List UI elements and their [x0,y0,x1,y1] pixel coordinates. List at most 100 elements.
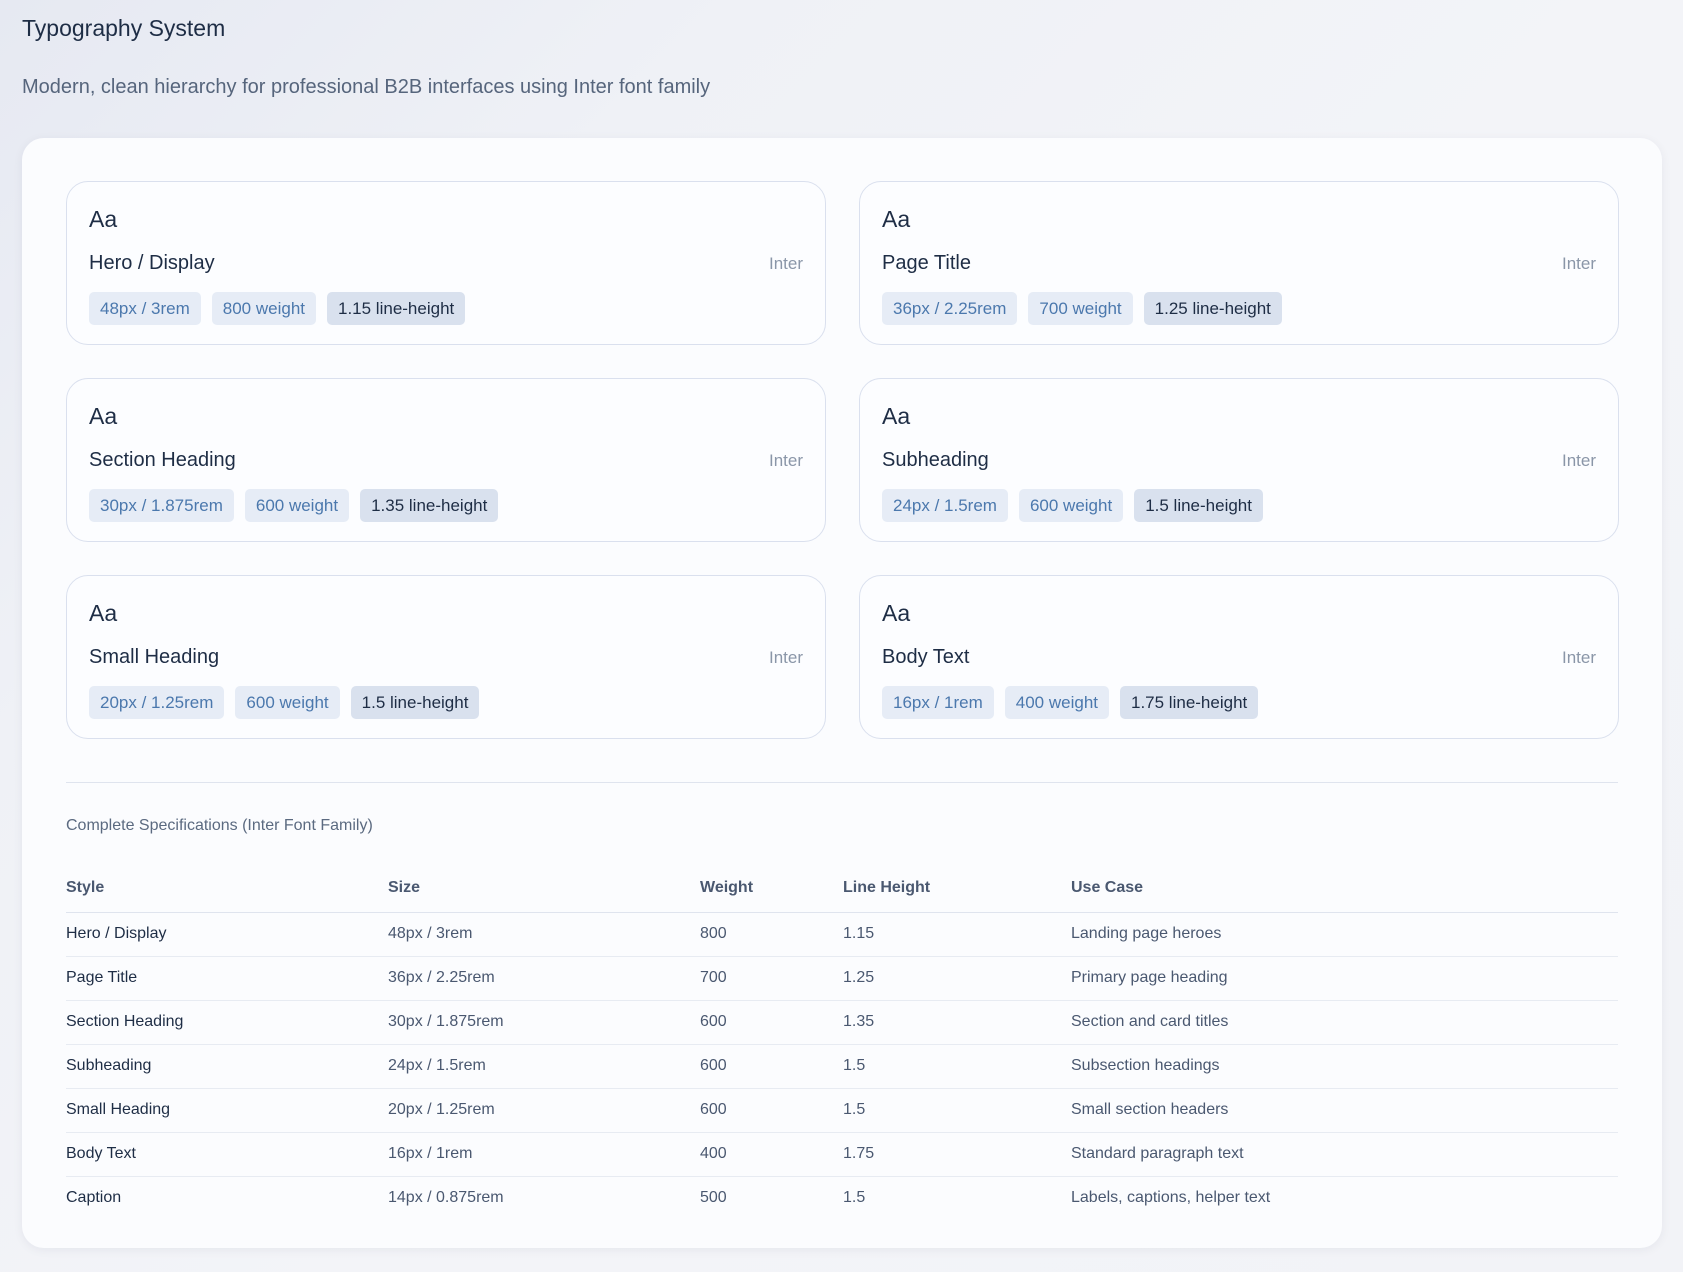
type-sample: Aa [882,600,911,626]
cell-weight: 600 [700,1000,843,1045]
spec-tags: 30px / 1.875rem 600 weight 1.35 line-hei… [89,489,803,522]
card-header-row: Hero / Display Inter [89,252,803,292]
size-tag: 30px / 1.875rem [89,489,234,522]
size-tag: 16px / 1rem [882,686,994,719]
type-sample: Aa [89,206,118,232]
type-card-body-text: Aa Body Text Inter 16px / 1rem 400 weigh… [859,575,1619,739]
column-header-weight: Weight [700,865,843,913]
cell-size: 20px / 1.25rem [388,1088,700,1133]
weight-tag: 800 weight [211,292,316,325]
table-row: Small Heading 20px / 1.25rem 600 1.5 Sma… [66,1088,1618,1133]
card-header-row: Page Title Inter [882,252,1596,292]
type-card-section-heading: Aa Section Heading Inter 30px / 1.875rem… [66,378,826,542]
weight-tag: 600 weight [235,686,340,719]
card-header-row: Body Text Inter [882,646,1596,686]
type-sample: Aa [89,600,118,626]
weight-tag: 600 weight [1018,489,1124,522]
cell-line-height: 1.5 [843,1044,1071,1089]
line-height-tag: 1.35 line-height [360,489,499,522]
size-tag: 36px / 2.25rem [882,292,1018,325]
line-height-tag: 1.75 line-height [1120,686,1259,719]
card-header-row: Small Heading Inter [89,646,803,686]
size-tag: 24px / 1.5rem [882,489,1008,522]
type-style-name: Subheading [882,449,989,471]
column-header-size: Size [388,865,700,913]
cell-style: Body Text [66,1132,388,1177]
page-subtitle: Modern, clean hierarchy for professional… [22,76,711,98]
cell-size: 16px / 1rem [388,1132,700,1177]
page: Typography System Modern, clean hierarch… [0,0,1683,1248]
column-header-style: Style [66,865,388,913]
typography-panel: Aa Hero / Display Inter 48px / 3rem 800 … [22,138,1662,1248]
cell-use-case: Standard paragraph text [1071,1132,1618,1177]
cell-size: 36px / 2.25rem [388,956,700,1001]
font-family-label: Inter [1561,254,1596,273]
size-tag: 20px / 1.25rem [89,686,225,719]
cell-size: 24px / 1.5rem [388,1044,700,1089]
table-row: Section Heading 30px / 1.875rem 600 1.35… [66,1000,1618,1045]
table-header-row: Style Size Weight Line Height Use Case [66,865,1618,913]
cell-line-height: 1.25 [843,956,1071,1001]
cell-line-height: 1.5 [843,1088,1071,1133]
cell-size: 30px / 1.875rem [388,1000,700,1045]
cell-use-case: Landing page heroes [1071,912,1618,957]
column-header-line-height: Line Height [843,865,1071,913]
cell-style: Hero / Display [66,912,388,957]
cell-line-height: 1.15 [843,912,1071,957]
cell-style: Page Title [66,956,388,1001]
type-style-name: Hero / Display [89,252,215,274]
table-row: Hero / Display 48px / 3rem 800 1.15 Land… [66,912,1618,957]
type-sample: Aa [882,206,911,232]
page-title: Typography System [22,15,226,41]
card-header-row: Section Heading Inter [89,449,803,489]
table-row: Page Title 36px / 2.25rem 700 1.25 Prima… [66,956,1618,1001]
section-divider [66,782,1618,783]
type-card-small-heading: Aa Small Heading Inter 20px / 1.25rem 60… [66,575,826,739]
type-sample: Aa [89,403,118,429]
type-style-name: Body Text [882,646,970,668]
type-cards-grid: Aa Hero / Display Inter 48px / 3rem 800 … [66,181,1619,739]
cell-weight: 400 [700,1132,843,1177]
specifications-title: Complete Specifications (Inter Font Fami… [66,817,373,834]
line-height-tag: 1.25 line-height [1143,292,1282,325]
weight-tag: 700 weight [1028,292,1133,325]
spec-tags: 20px / 1.25rem 600 weight 1.5 line-heigh… [89,686,803,719]
font-family-label: Inter [768,254,803,273]
font-family-label: Inter [768,648,803,667]
table-row: Body Text 16px / 1rem 400 1.75 Standard … [66,1132,1618,1177]
line-height-tag: 1.5 line-height [1134,489,1263,522]
cell-use-case: Labels, captions, helper text [1071,1189,1271,1207]
cell-size: 14px / 0.875rem [388,1189,504,1207]
cell-weight: 600 [700,1088,843,1133]
font-family-label: Inter [768,451,803,470]
cell-weight: 800 [700,912,843,957]
weight-tag: 600 weight [244,489,350,522]
card-header-row: Subheading Inter [882,449,1596,489]
type-style-name: Page Title [882,252,971,274]
weight-tag: 400 weight [1004,686,1109,719]
type-card-hero-display: Aa Hero / Display Inter 48px / 3rem 800 … [66,181,826,345]
cell-use-case: Primary page heading [1071,956,1618,1001]
cell-line-height: 1.75 [843,1132,1071,1177]
type-style-name: Small Heading [89,646,220,668]
cell-line-height: 1.35 [843,1000,1071,1045]
cell-style: Section Heading [66,1000,388,1045]
type-sample: Aa [882,403,911,429]
line-height-tag: 1.5 line-height [350,686,480,719]
column-header-use-case: Use Case [1071,865,1618,913]
cell-line-height: 1.5 [843,1189,866,1207]
spec-tags: 48px / 3rem 800 weight 1.15 line-height [89,292,803,325]
type-card-page-title: Aa Page Title Inter 36px / 2.25rem 700 w… [859,181,1619,345]
table-row: Caption 14px / 0.875rem 500 1.5 Labels, … [66,1176,1618,1220]
table-row: Subheading 24px / 1.5rem 600 1.5 Subsect… [66,1044,1618,1089]
size-tag: 48px / 3rem [89,292,201,325]
font-family-label: Inter [1561,648,1596,667]
cell-use-case: Small section headers [1071,1088,1618,1133]
cell-style: Subheading [66,1044,388,1089]
type-card-subheading: Aa Subheading Inter 24px / 1.5rem 600 we… [859,378,1619,542]
cell-use-case: Subsection headings [1071,1044,1618,1089]
cell-weight: 600 [700,1044,843,1089]
cell-weight: 700 [700,956,843,1001]
cell-use-case: Section and card titles [1071,1000,1618,1045]
spec-tags: 36px / 2.25rem 700 weight 1.25 line-heig… [882,292,1596,325]
